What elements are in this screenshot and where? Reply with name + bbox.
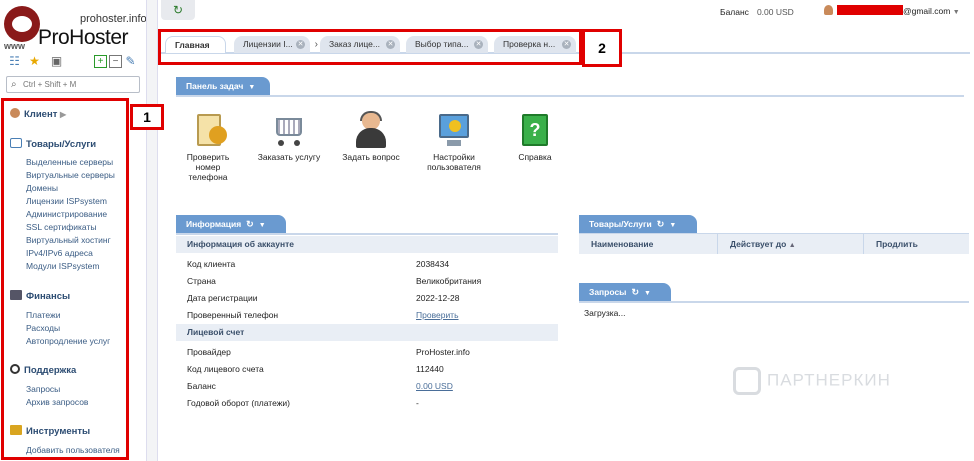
annotation-label-2: 2 [582, 29, 622, 67]
chevron-down-icon: ▼ [669, 222, 677, 229]
requests-loading: Загрузка... [584, 308, 626, 318]
chevron-down-icon: ▼ [644, 290, 651, 297]
expand-icon[interactable]: + [94, 55, 107, 68]
panel-divider [579, 301, 969, 303]
task-check-phone[interactable]: Проверить номер телефона [175, 112, 241, 182]
redacted-email [837, 5, 903, 15]
splitter[interactable] [146, 0, 158, 461]
support-agent-icon [352, 111, 390, 148]
column-label: Действует до [730, 239, 787, 249]
info-row-label: Страна [187, 276, 216, 286]
info-row-value: Великобритания [416, 276, 482, 286]
left-panel: prohoster.info ProHoster www ☷ ★ ▣ + − ✎… [0, 0, 147, 461]
panel-divider [176, 95, 964, 97]
user-icon [824, 5, 833, 15]
info-section-account-balance: Лицевой счет [176, 324, 558, 341]
email-suffix: @gmail.com [903, 6, 951, 16]
refresh-icon: ↻ [172, 3, 184, 17]
task-label: Заказать услугу [257, 152, 321, 162]
task-user-settings[interactable]: Настройки пользователя [421, 112, 487, 172]
info-row-label: Годовой оборот (платежи) [187, 398, 290, 408]
info-row-value: ProHoster.info [416, 347, 470, 357]
pin-icon[interactable]: ✎ [124, 55, 137, 68]
watermark-text: ПАРТНЕРКИН [767, 370, 891, 390]
tree-icon[interactable]: ☷ [8, 55, 21, 68]
clipboard-icon [189, 112, 227, 148]
info-panel-title[interactable]: Информация ↻ ▼ [176, 215, 286, 233]
task-label: Проверить номер телефона [186, 152, 230, 182]
info-row-value: - [416, 398, 419, 408]
cart-icon [270, 112, 308, 148]
search-input[interactable] [23, 79, 135, 90]
help-book-icon: ? [516, 112, 554, 148]
refresh-icon[interactable]: ↻ [631, 287, 639, 297]
chevron-down-icon: ▼ [952, 9, 960, 16]
logo-icon [4, 6, 40, 42]
annotation-box-2 [158, 29, 582, 65]
info-row-label: Баланс [187, 381, 216, 391]
task-label: Настройки пользователя [427, 152, 481, 172]
chevron-down-icon: ▼ [258, 222, 266, 229]
info-row-label: Провайдер [187, 347, 231, 357]
logo-name: ProHoster [38, 26, 129, 49]
user-menu[interactable]: @gmail.com ▼ [824, 5, 960, 16]
main-area: ↻ Баланс 0.00 USD @gmail.com ▼ Главная Ли… [158, 0, 974, 461]
refresh-icon[interactable]: ↻ [657, 219, 665, 229]
logo[interactable]: prohoster.info ProHoster www [4, 6, 147, 52]
task-order-service[interactable]: Заказать услугу [256, 112, 322, 162]
collapse-icon[interactable]: − [109, 55, 122, 68]
left-toolbar: ☷ ★ ▣ + − ✎ [8, 55, 138, 69]
goods-panel-title[interactable]: Товары/Услуги ↻ ▼ [579, 215, 697, 233]
info-row-label: Проверенный телефон [187, 310, 279, 320]
info-section-account: Информация об аккаунте [176, 236, 558, 253]
balance-value: 0.00 USD [756, 7, 794, 17]
info-row-label: Код лицевого счета [187, 364, 264, 374]
taskbar-title[interactable]: Панель задач ▼ [176, 77, 270, 95]
panel-title-text: Панель задач [186, 81, 244, 91]
watermark-logo-icon [733, 367, 761, 395]
refresh-icon[interactable]: ↻ [246, 219, 254, 229]
briefcase-icon[interactable]: ▣ [50, 55, 63, 68]
panel-title-text: Товары/Услуги [589, 219, 652, 229]
info-row-value: 2022-12-28 [416, 293, 460, 303]
verify-phone-link[interactable]: Проверить [416, 310, 459, 320]
panel-divider [176, 233, 558, 235]
column-header-name[interactable]: Наименование [579, 234, 717, 254]
logo-www: www [4, 41, 26, 51]
requests-panel-title[interactable]: Запросы ↻ ▼ [579, 283, 671, 301]
monitor-settings-icon [435, 112, 473, 148]
info-row-value: 112440 [416, 364, 444, 374]
panel-title-text: Информация [186, 219, 242, 229]
search-icon: ⌕ [11, 79, 17, 90]
info-row-label: Дата регистрации [187, 293, 258, 303]
header-balance: Баланс 0.00 USD [720, 7, 794, 17]
column-header-renew[interactable]: Продлить [863, 234, 969, 254]
star-icon[interactable]: ★ [28, 55, 41, 68]
info-row-value: 2038434 [416, 259, 450, 269]
panel-title-text: Запросы [589, 287, 627, 297]
sort-asc-icon: ▲ [788, 242, 796, 249]
top-bar: ↻ Баланс 0.00 USD @gmail.com ▼ [158, 0, 974, 24]
balance-label: Баланс [720, 7, 749, 17]
balance-link[interactable]: 0.00 USD [416, 381, 453, 391]
search-box[interactable]: ⌕ [6, 76, 140, 93]
task-label: Задать вопрос [342, 152, 400, 162]
column-header-valid-until[interactable]: Действует до ▲ [717, 234, 863, 254]
info-row-label: Код клиента [187, 259, 236, 269]
refresh-button[interactable]: ↻ [161, 0, 195, 20]
annotation-box-1 [1, 98, 129, 460]
watermark: ПАРТНЕРКИН [733, 367, 891, 395]
task-help[interactable]: ? Справка [502, 112, 568, 162]
task-ask-question[interactable]: Задать вопрос [338, 111, 404, 162]
chevron-down-icon: ▼ [248, 84, 256, 91]
logo-site: prohoster.info [80, 13, 147, 25]
task-label: Справка [518, 152, 552, 162]
